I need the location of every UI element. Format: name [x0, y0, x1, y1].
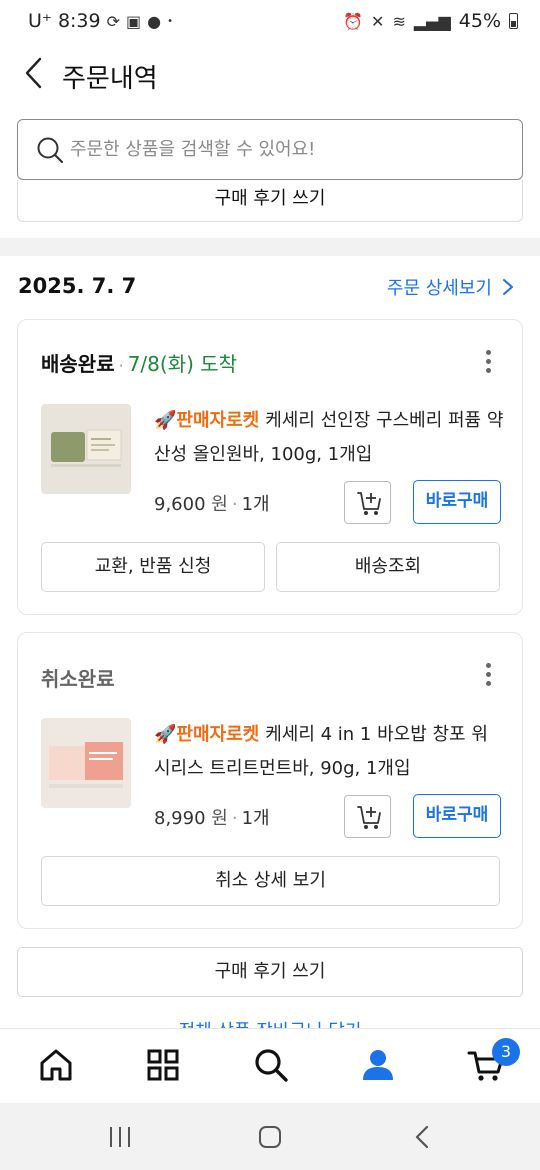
chevron-left-icon — [25, 57, 42, 89]
write-review-button[interactable]: 구매 후기 쓰기 — [17, 947, 523, 997]
alarm-icon: ⏰ — [343, 11, 364, 31]
system-back-icon[interactable] — [412, 1125, 432, 1149]
clock: 8:39 — [57, 10, 101, 32]
bottom-navigation — [0, 1028, 540, 1103]
order-date: 2025. 7. 7 — [18, 274, 137, 298]
search-box — [17, 119, 523, 180]
cancel-detail-button[interactable]: 취소 상세 보기 — [41, 856, 500, 906]
dot-icon: • — [167, 15, 174, 27]
signal-icon: ▂▄▆ — [413, 11, 451, 31]
order-card: 취소완료 🚀판매자로켓 케세리 4 in 1 바오밥 창포 워시리스 트리트먼트바… — [17, 632, 523, 929]
back-button[interactable] — [18, 56, 52, 90]
battery-level: 45% — [458, 10, 501, 32]
status-label: 배송완료 — [41, 352, 115, 376]
nav-categories[interactable] — [143, 1045, 183, 1085]
order-status: 취소완료 — [41, 663, 115, 692]
system-navigation-bar — [0, 1103, 540, 1170]
price-separator: · — [231, 494, 238, 515]
mute-icon: ✕ — [371, 11, 385, 31]
price-line: 8,990 원 · 1개 — [154, 804, 270, 830]
chevron-right-icon — [503, 279, 513, 295]
price-value: 9,600 — [154, 494, 206, 515]
cart-count-badge: 3 — [492, 1038, 520, 1066]
price-line: 9,600 원 · 1개 — [154, 490, 270, 516]
status-label: 취소완료 — [41, 667, 115, 691]
price-separator: · — [231, 808, 238, 829]
order-card: 배송완료 · 7/8(화) 도착 🚀판매자로켓 케세리 선인장 구스베리 퍼퓸 약… — [17, 319, 523, 615]
page-title: 주문내역 — [62, 64, 158, 94]
app-header: 주문내역 — [0, 44, 540, 106]
quantity: 1개 — [241, 808, 270, 829]
product-image — [41, 718, 131, 808]
battery-icon — [509, 13, 518, 29]
cart-plus-icon — [357, 492, 381, 515]
price-unit: 원 — [211, 494, 228, 515]
add-to-cart-button[interactable] — [344, 795, 391, 838]
rocket-seller-badge: 🚀판매자로켓 — [154, 724, 260, 745]
product-image — [41, 404, 131, 494]
more-options-button[interactable] — [486, 663, 492, 689]
sync-icon: ⟳ — [106, 11, 121, 31]
user-icon — [363, 1050, 393, 1080]
search-icon — [37, 137, 64, 164]
status-separator: · — [118, 356, 124, 375]
home-icon — [40, 1049, 72, 1081]
track-delivery-button[interactable]: 배송조회 — [276, 542, 500, 592]
price-unit: 원 — [211, 808, 228, 829]
search-icon — [255, 1049, 288, 1082]
carrier-label: U⁺ — [28, 10, 52, 32]
arrival-date: 7/8(화) 도착 — [127, 352, 238, 376]
rocket-seller-badge: 🚀판매자로켓 — [154, 410, 260, 431]
status-bar: U⁺ 8:39 ⟳ ▣ ● • ⏰ ✕ ≋ ▂▄▆ 45% — [0, 0, 540, 44]
exchange-return-button[interactable]: 교환, 반품 신청 — [41, 542, 265, 592]
product-thumbnail[interactable] — [41, 404, 131, 494]
buy-now-button[interactable]: 바로구매 — [413, 794, 501, 838]
home-button-icon[interactable] — [258, 1125, 282, 1149]
message-icon: ● — [147, 11, 162, 31]
previous-review-button[interactable]: 구매 후기 쓰기 — [17, 180, 523, 222]
wifi-icon: ≋ — [392, 11, 406, 31]
cart-plus-icon — [357, 806, 381, 829]
search-input[interactable] — [70, 120, 510, 178]
nav-home[interactable] — [36, 1045, 76, 1085]
order-status: 배송완료 · 7/8(화) 도착 — [41, 348, 237, 377]
product-name[interactable]: 🚀판매자로켓 케세리 선인장 구스베리 퍼퓸 약산성 올인원바, 100g, 1개… — [154, 404, 504, 472]
price-value: 8,990 — [154, 808, 206, 829]
buy-now-button[interactable]: 바로구매 — [413, 480, 501, 524]
nav-search[interactable] — [251, 1045, 291, 1085]
order-detail-link[interactable]: 주문 상세보기 — [387, 274, 514, 300]
product-name[interactable]: 🚀판매자로켓 케세리 4 in 1 바오밥 창포 워시리스 트리트먼트바, 90g… — [154, 718, 504, 786]
grid-icon — [147, 1049, 179, 1081]
previous-review-label: 구매 후기 쓰기 — [214, 188, 326, 209]
add-to-cart-button[interactable] — [344, 481, 391, 524]
nav-my-account[interactable] — [358, 1045, 398, 1085]
section-divider — [0, 238, 540, 256]
quantity: 1개 — [241, 494, 270, 515]
order-detail-label: 주문 상세보기 — [386, 278, 492, 299]
recent-apps-icon[interactable] — [108, 1125, 132, 1149]
more-options-button[interactable] — [486, 350, 492, 376]
product-thumbnail[interactable] — [41, 718, 131, 808]
gallery-icon: ▣ — [126, 11, 142, 31]
